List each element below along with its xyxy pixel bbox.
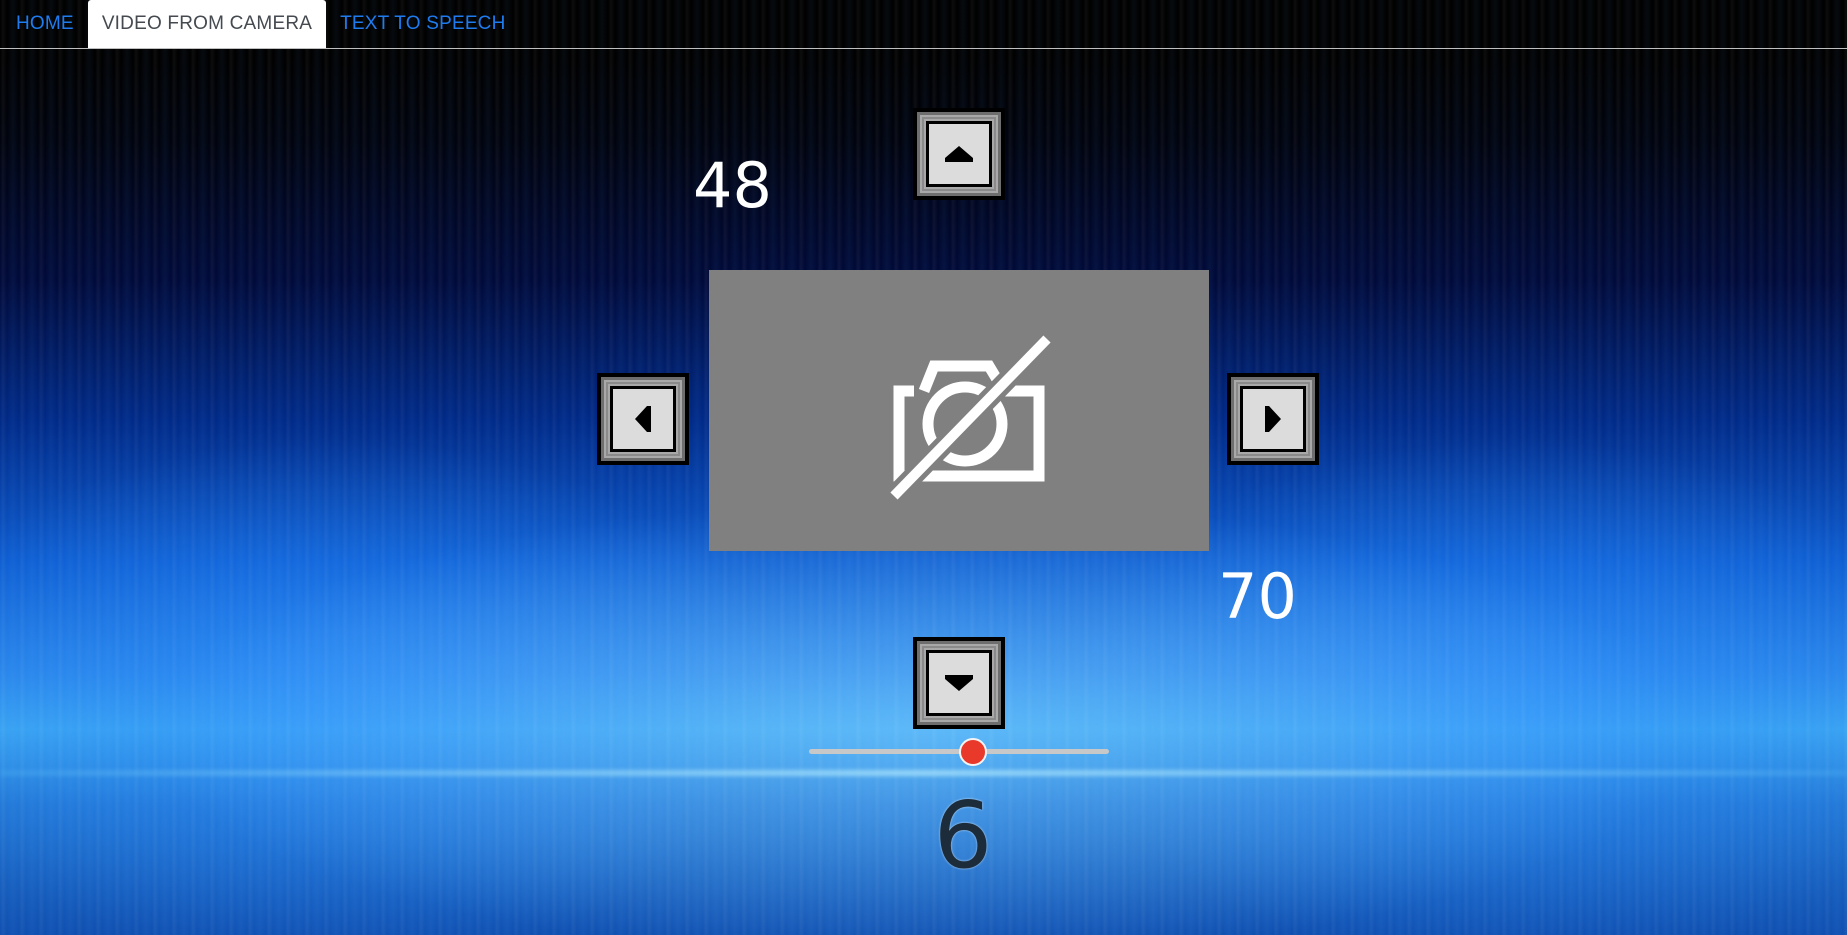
- tab-video-from-camera[interactable]: VIDEO FROM CAMERA: [87, 0, 327, 48]
- move-right-button[interactable]: [1227, 373, 1319, 465]
- speed-slider[interactable]: [809, 737, 1109, 767]
- slider-value-display: 6: [933, 782, 993, 889]
- arrow-right-icon: [1265, 406, 1281, 432]
- pan-value-readout: 48: [693, 149, 772, 222]
- move-down-button[interactable]: [913, 637, 1005, 729]
- tab-text-to-speech[interactable]: TEXT TO SPEECH: [326, 0, 519, 48]
- arrow-up-icon: [945, 146, 973, 162]
- camera-feed: [709, 270, 1209, 551]
- top-navigation: HOME VIDEO FROM CAMERA TEXT TO SPEECH: [0, 0, 1847, 49]
- tilt-value-readout: 70: [1218, 560, 1297, 633]
- arrow-down-icon: [945, 675, 973, 691]
- tab-home[interactable]: HOME: [2, 0, 88, 48]
- arrow-left-icon: [635, 406, 651, 432]
- move-up-button[interactable]: [913, 108, 1005, 200]
- move-left-button[interactable]: [597, 373, 689, 465]
- slider-thumb[interactable]: [958, 738, 987, 766]
- camera-off-icon: [886, 331, 1055, 503]
